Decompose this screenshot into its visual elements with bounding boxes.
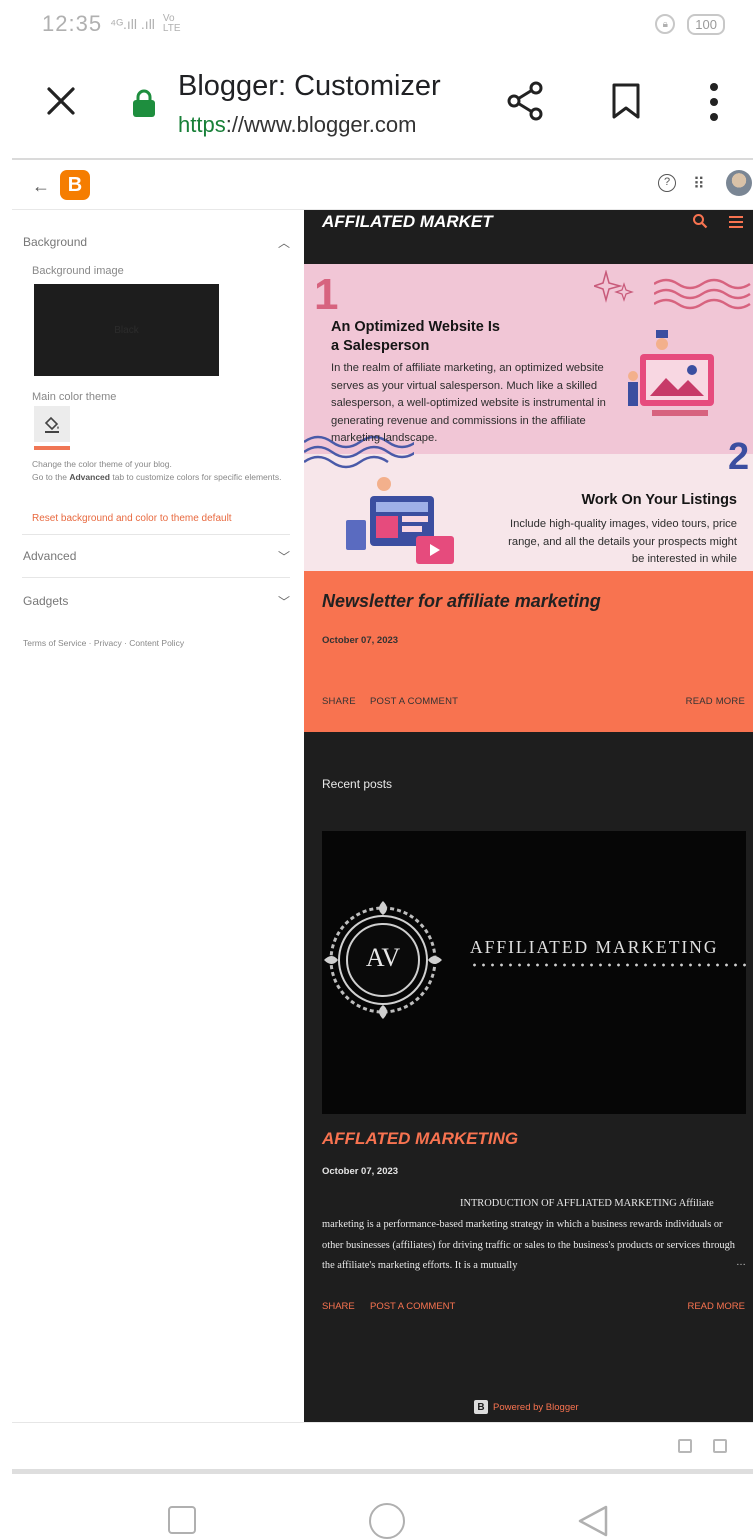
background-image-preview[interactable]: Black [34,284,219,376]
theme-help-bold: Advanced [69,472,110,482]
system-navigation-bar [0,1474,753,1539]
reset-theme-link[interactable]: Reset background and color to theme defa… [32,513,232,524]
recent-apps-icon[interactable] [168,1506,196,1534]
secure-lock-icon [133,89,155,117]
status-right: 🔒︎ 100 [655,13,725,35]
hero-heading-line2: a Salesperson [331,338,430,354]
url-scheme: https [178,112,226,137]
main-color-theme-label: Main color theme [32,391,117,403]
share-link[interactable]: SHARE [322,1301,355,1312]
battery-indicator: 100 [687,13,725,35]
apps-grid-icon[interactable]: ⠿ [693,174,705,194]
browser-toolbar: Blogger: Customizer https://www.blogger.… [0,48,753,158]
blogger-logo[interactable]: B [60,170,90,200]
status-bar: 12:35 ⁴ᴳ.ıll .ıll Vo LTE 🔒︎ 100 [0,0,753,48]
featured-post: Newsletter for affiliate marketing Octob… [304,571,753,732]
chevron-up-icon[interactable]: ︿ [278,234,290,251]
customizer-panel: Background ︿ Background image Black Main… [12,210,304,1422]
network-type: Vo LTE [162,13,181,34]
close-icon[interactable] [44,84,78,118]
divider [22,534,290,535]
powered-by-blogger[interactable]: B Powered by Blogger [474,1400,579,1414]
back-icon[interactable] [576,1504,610,1538]
more-options-icon[interactable] [704,82,724,122]
search-icon[interactable] [692,213,708,229]
rotation-lock-icon: 🔒︎ [655,14,676,34]
background-image-label: Background image [32,265,124,277]
chevron-down-icon[interactable]: ﹀ [278,548,290,565]
read-more-link[interactable]: READ MORE [686,696,745,707]
featured-post-title[interactable]: Newsletter for affiliate marketing [322,591,601,612]
paint-bucket-glyph [44,416,59,433]
help-icon[interactable]: ? [658,174,676,192]
read-more-link[interactable]: READ MORE [687,1301,745,1312]
hero-heading-line1: An Optimized Website Is [331,319,500,335]
site-title[interactable]: AFFILATED MARKET [322,212,493,232]
advanced-section-header[interactable]: Advanced [23,549,76,563]
post-comment-link[interactable]: POST A COMMENT [370,1301,455,1312]
snippet-ellipsis: … [736,1257,746,1268]
wave-decoration-icon [654,278,751,310]
divider [22,577,290,578]
signal-icon: ⁴ᴳ.ıll .ıll [110,16,155,32]
sparkle-icon [594,270,634,303]
theme-color-indicator [34,446,70,450]
theme-help-line1: Change the color theme of your blog. [32,459,172,469]
save-icon[interactable] [713,1439,727,1453]
hero-paragraph: In the realm of affiliate marketing, an … [331,362,606,444]
thumbnail-brand-text: AFFILIATED MARKETING [470,937,719,957]
blogger-header: ← B ? ⠿ [12,160,753,210]
post-snippet: INTRODUCTION OF AFFLIATED MARKETING Affi… [322,1194,746,1277]
gadgets-section-header[interactable]: Gadgets [23,594,68,608]
post-date: October 07, 2023 [322,1166,399,1177]
share-icon[interactable] [505,80,547,122]
footer-links[interactable]: Terms of Service · Privacy · Content Pol… [23,638,184,648]
preview-icon[interactable] [678,1439,692,1453]
avatar[interactable] [726,170,752,196]
hero-heading: Work On Your Listings [581,492,738,508]
dotted-divider [470,963,746,967]
back-arrow-icon[interactable]: ← [32,176,50,197]
featured-post-date: October 07, 2023 [322,635,399,646]
page-title: Blogger: Customizer [178,70,441,102]
status-left: 12:35 ⁴ᴳ.ıll .ıll Vo LTE [42,11,185,37]
powered-by-text: Powered by Blogger [493,1401,579,1413]
post-snippet-text: INTRODUCTION OF AFFLIATED MARKETING Affi… [322,1198,735,1272]
listings-illustration-icon [346,477,454,564]
bookmark-icon[interactable] [610,82,642,120]
post-comment-link[interactable]: POST A COMMENT [370,696,458,707]
post-thumbnail[interactable]: AV AFFILIATED MARKETING [322,831,746,1114]
menu-icon[interactable] [728,215,744,229]
monogram: AV [365,943,401,972]
hero-heading: An Optimized Website Is a Salesperson [331,318,541,356]
customizer-footer-bar [12,1422,753,1470]
page-url[interactable]: https://www.blogger.com [178,112,416,138]
recent-posts-heading: Recent posts [322,777,393,791]
home-icon[interactable] [369,1503,405,1539]
paint-bucket-icon[interactable] [34,406,70,442]
background-section-header[interactable]: Background [23,235,87,249]
theme-help-suffix: tab to customize colors for specific ele… [112,472,282,482]
step-number: 1 [314,270,339,319]
post-title[interactable]: AFFLATED MARKETING [322,1129,518,1149]
hero-banner-image[interactable]: 1 An Optimized Website Is a Salesperson … [304,264,753,572]
blogger-small-logo: B [474,1400,488,1414]
hero-paragraph: Include high-quality images, video tours… [508,518,737,565]
share-link[interactable]: SHARE [322,696,356,707]
blog-preview: AFFILATED MARKET 1 An Optimized Website … [304,210,753,1422]
theme-help-text: Change the color theme of your blog. Go … [32,458,282,484]
website-illustration-icon [628,330,714,416]
clock: 12:35 [42,11,103,36]
url-host: ://www.blogger.com [225,112,417,137]
chevron-down-icon[interactable]: ﹀ [278,593,290,610]
step-number: 2 [728,436,750,478]
theme-help-prefix: Go to the [32,472,67,482]
